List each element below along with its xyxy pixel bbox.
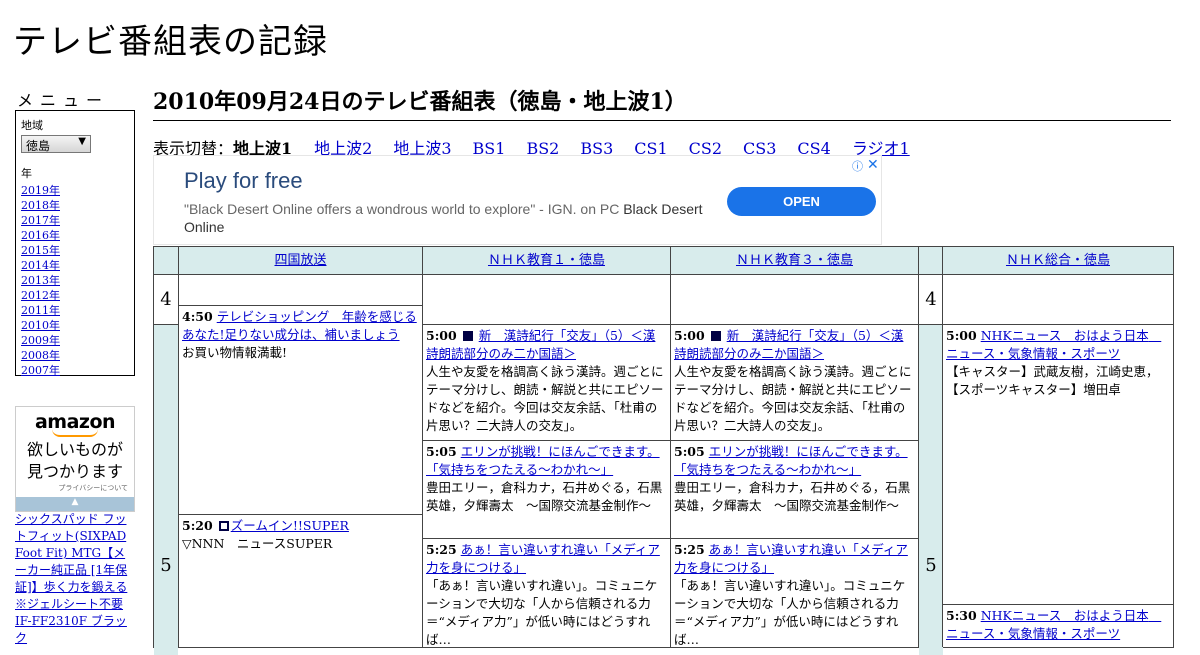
- product-link[interactable]: シックスパッド フットフィット(SIXPAD Foot Fit) MTG【メーカ…: [15, 511, 137, 647]
- program-desc: 「あぁ！言い違いすれ違い」。コミュニケーションで大切な「人から信頼される力＝“メ…: [426, 578, 658, 647]
- year-link-2018[interactable]: 2018年: [21, 199, 60, 212]
- year-label: 年: [21, 167, 32, 180]
- program-desc: 人生や友愛を格調高く詠う漢詩。週ごとにテーマ分けし、朗読・解説と共にエピソードな…: [674, 364, 912, 433]
- program-link[interactable]: あぁ！言い違いすれ違い「メディア力を身につける」: [426, 542, 660, 575]
- year-link-2007[interactable]: 2007年: [21, 364, 60, 377]
- hour-label-4: 4: [154, 275, 178, 325]
- region-select-value: 徳島: [26, 139, 51, 153]
- hour-column-header: [154, 247, 178, 275]
- year-link-2016[interactable]: 2016年: [21, 229, 60, 242]
- amazon-ad[interactable]: amazon 欲しいものが 見つかります プライバシーについて ▲: [15, 406, 135, 512]
- amazon-logo: amazon: [34, 411, 116, 433]
- year-link-2010[interactable]: 2010年: [21, 319, 60, 332]
- amazon-ad-tagline: 欲しいものが 見つかります: [26, 440, 123, 481]
- program-cell: 5:30 NHKニュース おはよう日本 ニュース・気象情報・スポーツ: [943, 604, 1173, 654]
- program-cell: 5:00 新 漢詩紀行「交友」（5）＜漢詩朗読部分のみ二か国語＞ 人生や友愛を格…: [423, 324, 670, 440]
- program-link[interactable]: テレビショッピング 年齢を感じるあなた!足りない成分は、補いましょう: [182, 309, 417, 342]
- year-link-2017[interactable]: 2017年: [21, 214, 60, 227]
- channel-link-nhk-general[interactable]: ＮＨＫ総合・徳島: [1006, 253, 1110, 268]
- hour-label-4-right: 4: [919, 275, 943, 325]
- year-list: 2019年 2018年 2017年 2016年 2015年 2014年 2013…: [21, 183, 134, 378]
- hour-column-right: 4 5: [918, 247, 943, 655]
- channel-column-4: ＮＨＫ総合・徳島 5:00 NHKニュース おはよう日本 ニュース・気象情報・ス…: [942, 247, 1173, 647]
- year-link-2008[interactable]: 2008年: [21, 349, 60, 362]
- program-cell: 5:05 エリンが挑戦！にほんごできます。「気持ちをつたえる～わかれ～」 豊田エ…: [671, 440, 918, 538]
- site-title: テレビ番組表の記録: [13, 22, 328, 62]
- banner-open-button[interactable]: OPEN: [727, 187, 876, 216]
- region-label: 地域: [21, 119, 43, 132]
- program-link[interactable]: エリンが挑戦！にほんごできます。「気持ちをつたえる～わかれ～」: [426, 444, 660, 477]
- channel-link-shikoku[interactable]: 四国放送: [274, 253, 326, 268]
- ad-info-icon[interactable]: ⓘ: [852, 158, 863, 174]
- ad-privacy-link[interactable]: プライバシーについて: [16, 483, 128, 493]
- menu-box: 地域 徳島 ▼ 年 2019年 2018年 2017年 2016年 2015年 …: [15, 110, 135, 378]
- ad-banner[interactable]: Play for free "Black Desert Online offer…: [153, 155, 882, 245]
- year-link-2012[interactable]: 2012年: [21, 289, 60, 302]
- program-grid: 4 5 四国放送 4:50 テレビショッピング 年齢を感じるあなた!足りない成分…: [153, 246, 1174, 655]
- data-broadcast-icon: [218, 521, 229, 531]
- banner-text: "Black Desert Online offers a wondrous w…: [184, 201, 703, 235]
- banner-headline: Play for free: [184, 168, 303, 193]
- program-cell: 5:05 エリンが挑戦！にほんごできます。「気持ちをつたえる～わかれ～」 豊田エ…: [423, 440, 670, 538]
- dropdown-arrow-icon: ▼: [78, 136, 86, 147]
- program-link[interactable]: ズームイン!!SUPER: [231, 518, 349, 533]
- menu-title: メニュー: [17, 91, 110, 110]
- close-icon[interactable]: ✕: [867, 156, 879, 173]
- year-link-2013[interactable]: 2013年: [21, 274, 60, 287]
- year-link-2015[interactable]: 2015年: [21, 244, 60, 257]
- program-desc: 「あぁ！言い違いすれ違い」。コミュニケーションで大切な「人から信頼される力＝“メ…: [674, 578, 906, 647]
- channel-link-etv3[interactable]: ＮＨＫ教育３・徳島: [736, 253, 853, 268]
- program-cell: 5:00 NHKニュース おはよう日本 ニュース・気象情報・スポーツ 【キャスタ…: [943, 324, 1173, 604]
- program-cell: 5:25 あぁ！言い違いすれ違い「メディア力を身につける」 「あぁ！言い違いすれ…: [423, 538, 670, 648]
- program-desc: 豊田エリー，倉科カナ，石井めぐる，石黒英雄，夕輝壽太 ～国際交流基金制作～: [674, 480, 911, 513]
- year-link-2009[interactable]: 2009年: [21, 334, 60, 347]
- channel-column-1: 四国放送 4:50 テレビショッピング 年齢を感じるあなた!足りない成分は、補い…: [178, 247, 422, 647]
- year-link-2011[interactable]: 2011年: [21, 304, 60, 317]
- caption-icon: [710, 331, 721, 341]
- hour-label-5: 5: [154, 325, 178, 655]
- program-desc: 【キャスター】武蔵友樹，江崎史恵，【スポーツキャスター】増田卓: [946, 364, 1159, 397]
- program-link[interactable]: NHKニュース おはよう日本 ニュース・気象情報・スポーツ: [946, 328, 1161, 361]
- program-desc: ▽NNN ニュースSUPER: [182, 536, 333, 551]
- year-link-2014[interactable]: 2014年: [21, 259, 60, 272]
- region-select[interactable]: 徳島 ▼: [21, 135, 91, 153]
- ad-expand-bar[interactable]: ▲: [16, 497, 134, 511]
- channel-link-etv1[interactable]: ＮＨＫ教育１・徳島: [488, 253, 605, 268]
- channel-column-2: ＮＨＫ教育１・徳島 5:00 新 漢詩紀行「交友」（5）＜漢詩朗読部分のみ二か国…: [422, 247, 670, 647]
- program-cell: 5:25 あぁ！言い違いすれ違い「メディア力を身につける」 「あぁ！言い違いすれ…: [671, 538, 918, 648]
- caption-icon: [462, 331, 473, 341]
- program-cell: 5:20 ズームイン!!SUPER ▽NNN ニュースSUPER: [179, 514, 422, 654]
- program-link[interactable]: エリンが挑戦！にほんごできます。「気持ちをつたえる～わかれ～」: [674, 444, 908, 477]
- program-link[interactable]: 新 漢詩紀行「交友」（5）＜漢詩朗読部分のみ二か国語＞: [426, 328, 655, 361]
- program-cell: 4:50 テレビショッピング 年齢を感じるあなた!足りない成分は、補いましょう …: [179, 305, 422, 515]
- program-cell: 5:00 新 漢詩紀行「交友」（5）＜漢詩朗読部分のみ二か国語＞ 人生や友愛を格…: [671, 324, 918, 440]
- program-desc: 人生や友愛を格調高く詠う漢詩。週ごとにテーマ分けし、朗読・解説と共にエピソードな…: [426, 364, 664, 433]
- channel-column-3: ＮＨＫ教育３・徳島 5:00 新 漢詩紀行「交友」（5）＜漢詩朗読部分のみ二か国…: [670, 247, 918, 647]
- program-link[interactable]: NHKニュース おはよう日本 ニュース・気象情報・スポーツ: [946, 608, 1161, 641]
- program-link[interactable]: 新 漢詩紀行「交友」（5）＜漢詩朗読部分のみ二か国語＞: [674, 328, 903, 361]
- program-desc: お買い物情報満載!: [182, 345, 288, 360]
- year-link-2019[interactable]: 2019年: [21, 184, 60, 197]
- chevron-up-icon: ▲: [71, 497, 79, 507]
- program-link[interactable]: あぁ！言い違いすれ違い「メディア力を身につける」: [674, 542, 908, 575]
- page-title: 2010年09月24日のテレビ番組表（徳島・地上波1）: [153, 84, 1171, 121]
- hour-label-5-right: 5: [919, 325, 943, 655]
- program-desc: 豊田エリー，倉科カナ，石井めぐる，石黒英雄，夕輝壽太 ～国際交流基金制作～: [426, 480, 663, 513]
